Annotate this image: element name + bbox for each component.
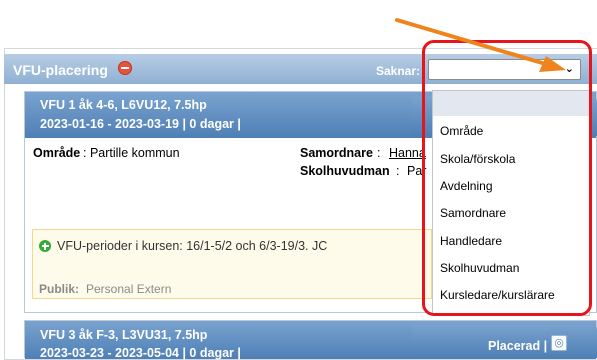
annotation-arrow xyxy=(395,18,566,72)
